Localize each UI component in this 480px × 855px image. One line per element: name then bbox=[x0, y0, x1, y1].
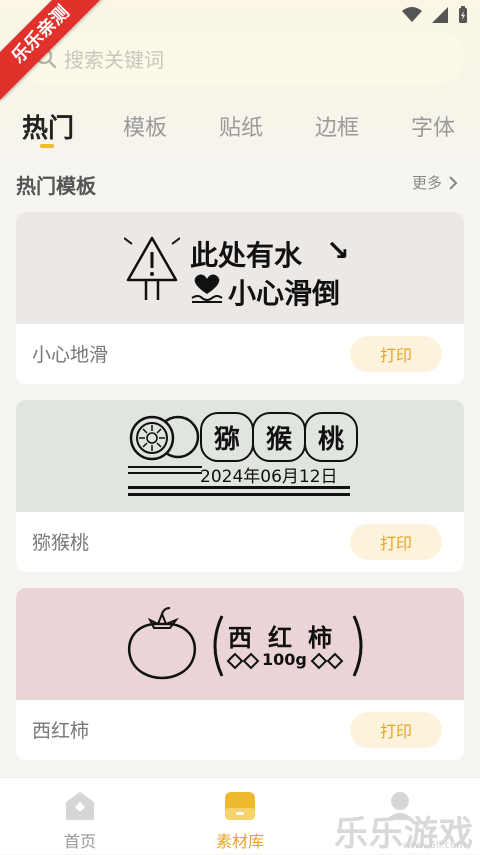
art-char-badge: 桃 bbox=[304, 412, 358, 462]
art-char: 柿 bbox=[308, 624, 332, 652]
diamond-ornament-icon bbox=[226, 652, 260, 670]
tomato-icon bbox=[127, 607, 197, 680]
art-char: 桃 bbox=[317, 424, 344, 455]
active-tab-indicator bbox=[40, 144, 54, 148]
home-icon bbox=[66, 792, 94, 820]
card-title: 猕猴桃 bbox=[32, 532, 90, 554]
tab-templates[interactable]: 模板 bbox=[123, 110, 167, 142]
art-weight: 100g bbox=[262, 650, 307, 669]
art-char-badge: 猕 bbox=[200, 412, 254, 462]
category-tabs: 热门 模板 贴纸 边框 字体 bbox=[0, 104, 480, 152]
nav-home[interactable]: 首页 bbox=[20, 790, 140, 852]
art-rule-top bbox=[128, 472, 202, 474]
tab-borders[interactable]: 边框 bbox=[315, 110, 359, 142]
nav-home-label: 首页 bbox=[63, 832, 96, 851]
status-icons bbox=[402, 6, 468, 24]
art-rule-top bbox=[128, 466, 202, 468]
print-button[interactable]: 打印 bbox=[350, 336, 442, 372]
chevron-right-icon bbox=[449, 175, 458, 190]
template-card[interactable]: 此处有水 ↘ 小心滑倒 小心地滑 打印 bbox=[16, 212, 464, 384]
wifi-icon bbox=[402, 7, 422, 22]
more-label: 更多 bbox=[411, 174, 442, 192]
arrow-glyph: ↘ bbox=[326, 234, 350, 267]
left-paren-icon bbox=[213, 615, 224, 677]
library-icon bbox=[225, 792, 255, 820]
watermark-url: www.6ll.com bbox=[402, 840, 466, 851]
art-char: 西 bbox=[228, 624, 252, 652]
diamond-ornament-icon bbox=[310, 652, 344, 670]
print-button[interactable]: 打印 bbox=[350, 524, 442, 560]
template-preview: 猕 猴 桃 2024年06月12日 bbox=[16, 400, 464, 512]
kiwi-icon bbox=[129, 415, 200, 461]
heart-wave-icon bbox=[191, 274, 223, 303]
warning-sign-icon bbox=[124, 236, 180, 300]
template-card[interactable]: 西 红 柿 100g 西红柿 打印 bbox=[16, 588, 464, 760]
print-button[interactable]: 打印 bbox=[350, 712, 442, 748]
section-title: 热门模板 bbox=[16, 174, 96, 198]
art-rule-bottom bbox=[128, 486, 350, 489]
art-char: 猴 bbox=[265, 424, 292, 455]
tab-stickers[interactable]: 贴纸 bbox=[219, 110, 263, 142]
template-preview: 此处有水 ↘ 小心滑倒 bbox=[16, 212, 464, 324]
card-title: 小心地滑 bbox=[32, 344, 109, 366]
template-preview: 西 红 柿 100g bbox=[16, 588, 464, 700]
art-char-badge: 猴 bbox=[252, 412, 306, 462]
signal-icon bbox=[432, 7, 448, 23]
art-line-2: 小心滑倒 bbox=[228, 277, 341, 310]
art-rule-bottom bbox=[128, 493, 350, 496]
art-line-1: 此处有水 bbox=[190, 239, 303, 272]
battery-icon bbox=[459, 6, 467, 23]
template-card[interactable]: 猕 猴 桃 2024年06月12日 猕猴桃 打印 bbox=[16, 400, 464, 572]
more-link[interactable]: 更多 bbox=[412, 172, 458, 193]
tab-hot[interactable]: 热门 bbox=[22, 108, 74, 145]
nav-library[interactable]: 素材库 bbox=[180, 790, 300, 852]
art-char: 红 bbox=[268, 624, 292, 652]
search-bar[interactable]: 搜索关键词 bbox=[16, 32, 464, 84]
card-title: 西红柿 bbox=[32, 720, 90, 742]
tab-fonts[interactable]: 字体 bbox=[411, 110, 455, 142]
search-placeholder[interactable]: 搜索关键词 bbox=[64, 44, 164, 73]
right-paren-icon bbox=[352, 615, 363, 677]
nav-library-label: 素材库 bbox=[215, 832, 264, 851]
art-char: 猕 bbox=[213, 424, 240, 455]
art-date: 2024年06月12日 bbox=[200, 467, 338, 487]
